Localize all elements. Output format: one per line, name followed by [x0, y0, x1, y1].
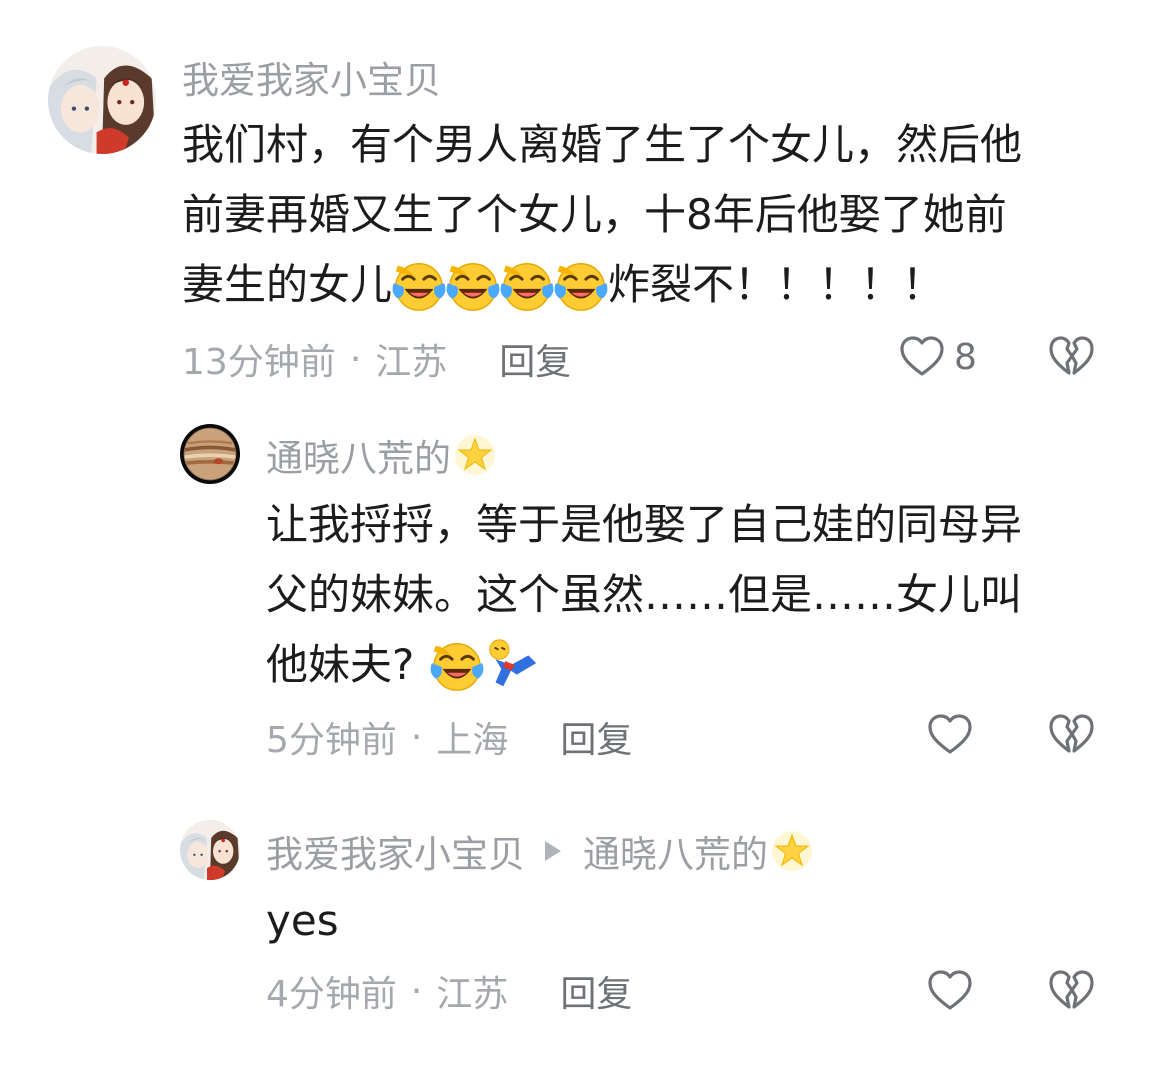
glowing-star-icon: [770, 829, 814, 873]
like-count: 8: [954, 336, 977, 378]
comment-time: 5分钟前: [266, 720, 397, 761]
username-label: 我爱我家小宝贝: [266, 833, 525, 876]
like-button[interactable]: 8: [898, 332, 977, 382]
comment-line: 前妻再婚又生了个女儿，十8年后他娶了她前: [182, 190, 1007, 239]
comment-time: 4分钟前: [266, 974, 397, 1015]
broken-heart-icon: [1047, 333, 1095, 381]
reply-button[interactable]: 回复: [499, 333, 571, 385]
comment-location: 江苏: [375, 342, 448, 383]
comment-text: 我们村，有个男人离婚了生了个女儿，然后他 前妻再婚又生了个女儿，十8年后他娶了她…: [182, 110, 1022, 320]
meta-separator: ·: [410, 716, 423, 758]
falling-over-emoji-icon: [482, 636, 540, 694]
comment-line-start: 妻生的女儿: [182, 260, 393, 309]
comment-line: yes: [266, 896, 339, 945]
avatar[interactable]: [180, 424, 240, 484]
avatar[interactable]: [180, 820, 240, 880]
comment-line-start: 他妹夫?: [266, 640, 415, 689]
laughing-crying-emoji-icon: [390, 256, 448, 314]
comment-line: 让我捋捋，等于是他娶了自己娃的同母异: [266, 500, 1023, 549]
glowing-star-icon: [453, 433, 497, 477]
dislike-button[interactable]: [1047, 710, 1095, 760]
laughing-crying-emoji-icon: [552, 256, 610, 314]
comment-meta: 4分钟前 · 江苏 回复: [266, 966, 632, 1016]
comment-meta: 13分钟前 · 江苏 回复: [182, 334, 571, 384]
dislike-button[interactable]: [1047, 966, 1095, 1016]
dislike-button[interactable]: [1047, 332, 1095, 382]
like-button[interactable]: [926, 966, 974, 1016]
comment-line: 父的妹妹。这个虽然……但是……女儿叫: [266, 570, 1023, 619]
comment-line-end: 炸裂不！！！！！: [608, 260, 945, 309]
comment-line: 妻生的女儿 炸裂不！！！！！: [182, 250, 1022, 320]
reply-arrow-icon: [545, 841, 561, 861]
laughing-crying-emoji-icon: [498, 256, 556, 314]
heart-outline-icon: [898, 333, 946, 381]
comment-text: yes: [266, 886, 339, 956]
like-button[interactable]: [926, 710, 974, 760]
reply-button[interactable]: 回复: [560, 965, 632, 1017]
comment-username[interactable]: 我爱我家小宝贝: [182, 52, 441, 102]
broken-heart-icon: [1047, 711, 1095, 759]
comment-username[interactable]: 通晓八荒的: [266, 430, 497, 480]
reply-to-username[interactable]: 通晓八荒的: [583, 824, 768, 878]
comment-line: 他妹夫?: [266, 630, 1022, 700]
comment-meta: 5分钟前 · 上海 回复: [266, 712, 632, 762]
meta-separator: ·: [410, 970, 423, 1012]
comment-time: 13分钟前: [182, 342, 336, 383]
laughing-crying-emoji-icon: [444, 256, 502, 314]
reply-button[interactable]: 回复: [560, 711, 632, 763]
meta-separator: ·: [349, 338, 362, 380]
username-label: 通晓八荒的: [266, 437, 451, 480]
comment-line: 我们村，有个男人离婚了生了个女儿，然后他: [182, 120, 1023, 169]
comment-text: 让我捋捋，等于是他娶了自己娃的同母异 父的妹妹。这个虽然……但是……女儿叫 他妹…: [266, 490, 1022, 700]
comment-username[interactable]: 我爱我家小宝贝 通晓八荒的: [266, 826, 814, 876]
avatar[interactable]: [48, 46, 156, 154]
comment-location: 上海: [436, 720, 509, 761]
laughing-crying-emoji-icon: [428, 636, 486, 694]
comment-location: 江苏: [436, 974, 509, 1015]
heart-outline-icon: [926, 967, 974, 1015]
broken-heart-icon: [1047, 967, 1095, 1015]
heart-outline-icon: [926, 711, 974, 759]
